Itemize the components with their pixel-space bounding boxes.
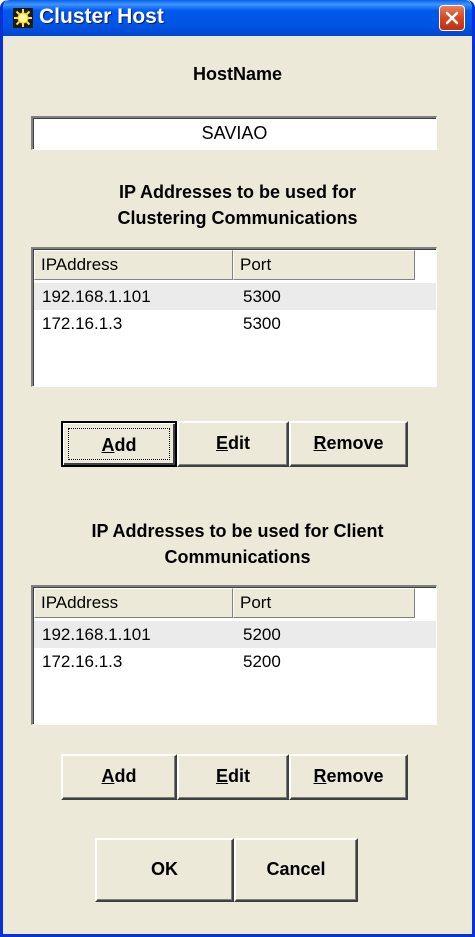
column-header-ipaddress[interactable]: IPAddress	[34, 250, 233, 280]
hostname-label: HostName	[192, 64, 283, 84]
clustering-title-line2: Clustering Communications	[117, 208, 358, 228]
window-title: Cluster Host	[39, 5, 164, 28]
column-header-port[interactable]: Port	[233, 588, 415, 618]
table-row[interactable]: 192.168.1.101 5300	[34, 283, 436, 310]
close-icon	[445, 11, 459, 25]
clustering-edit-button[interactable]: Edit	[177, 421, 289, 467]
clustering-add-button[interactable]: Add	[61, 421, 177, 467]
table-row[interactable]: 172.16.1.3 5200	[34, 648, 436, 675]
clustering-ip-list[interactable]: IPAddress Port 192.168.1.101 5300 172.16…	[31, 247, 437, 387]
client-section-title: IP Addresses to be used for Client Commu…	[3, 518, 472, 570]
ok-button[interactable]: OK	[95, 838, 234, 902]
title-bar[interactable]: Cluster Host	[3, 0, 472, 36]
mnemonic: R	[313, 766, 327, 786]
table-row[interactable]: 192.168.1.101 5200	[34, 621, 436, 648]
sun-icon	[13, 8, 33, 28]
cell-ip: 172.16.1.3	[42, 314, 123, 333]
clustering-button-group: Add Edit Remove	[61, 421, 408, 467]
table-row[interactable]: 172.16.1.3 5300	[34, 310, 436, 337]
client-edit-button[interactable]: Edit	[177, 754, 289, 800]
cell-port: 5300	[243, 314, 281, 333]
list-header: IPAddress Port	[34, 250, 436, 280]
label-rest: emove	[326, 766, 384, 786]
column-header-ipaddress[interactable]: IPAddress	[34, 588, 233, 618]
label-rest: dit	[228, 433, 250, 453]
client-ip-list[interactable]: IPAddress Port 192.168.1.101 5200 172.16…	[31, 585, 437, 725]
label-rest: dit	[228, 766, 250, 786]
cell-ip: 192.168.1.101	[42, 625, 151, 644]
clustering-title-line1: IP Addresses to be used for	[118, 182, 357, 202]
focus-rect: Add	[68, 428, 170, 460]
client-title-line2: Communications	[164, 547, 311, 567]
client-button-group: Add Edit Remove	[61, 754, 408, 800]
client-add-button[interactable]: Add	[61, 754, 177, 800]
list-header: IPAddress Port	[34, 588, 436, 618]
dialog-button-group: OK Cancel	[95, 838, 358, 902]
close-button[interactable]	[439, 5, 465, 31]
mnemonic: R	[313, 433, 327, 453]
cell-ip: 192.168.1.101	[42, 287, 151, 306]
clustering-section-title: IP Addresses to be used for Clustering C…	[3, 179, 472, 231]
mnemonic: A	[101, 435, 115, 455]
cell-port: 5300	[243, 287, 281, 306]
cluster-host-dialog: Cluster Host HostName SAVIAO IP Addresse…	[0, 0, 475, 937]
cell-port: 5200	[243, 625, 281, 644]
label-rest: emove	[326, 433, 384, 453]
label-rest: dd	[114, 435, 137, 455]
cell-ip: 172.16.1.3	[42, 652, 123, 671]
clustering-remove-button[interactable]: Remove	[289, 421, 408, 467]
hostname-field[interactable]: SAVIAO	[31, 116, 437, 150]
client-remove-button[interactable]: Remove	[289, 754, 408, 800]
column-header-port[interactable]: Port	[233, 250, 415, 280]
cancel-button[interactable]: Cancel	[234, 838, 358, 902]
mnemonic: A	[101, 766, 115, 786]
mnemonic: E	[215, 433, 228, 453]
client-title-line1: IP Addresses to be used for Client	[91, 521, 384, 541]
mnemonic: E	[215, 766, 228, 786]
label-rest: dd	[114, 766, 137, 786]
cell-port: 5200	[243, 652, 281, 671]
